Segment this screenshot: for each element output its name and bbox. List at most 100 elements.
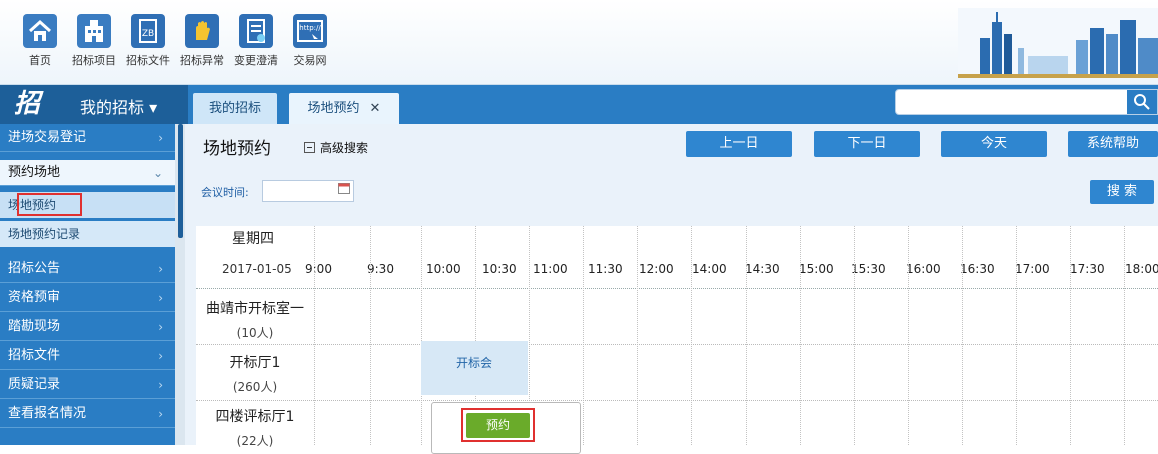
row-divider xyxy=(196,344,1158,345)
sidebar-item-query-records[interactable]: 质疑记录 › xyxy=(0,371,175,399)
collapse-icon xyxy=(304,142,315,153)
sidebar-subitem-booking-records[interactable]: 场地预约记录 xyxy=(0,221,175,247)
next-day-button[interactable]: 下一日 xyxy=(814,131,920,157)
toolbar-projects-label: 招标项目 xyxy=(72,54,116,67)
time-label: 16:30 xyxy=(960,262,995,276)
toolbar-exceptions-label: 招标异常 xyxy=(180,54,224,67)
global-search-input[interactable] xyxy=(895,89,1158,115)
chevron-right-icon: › xyxy=(158,349,163,363)
room-capacity: (10人) xyxy=(236,326,274,340)
chevron-down-icon: ⌄ xyxy=(152,166,163,180)
today-button[interactable]: 今天 xyxy=(941,131,1047,157)
brand-logo: 招 xyxy=(14,89,41,119)
highlight-box xyxy=(17,193,82,216)
room-row-header: 开标厅1 (260人) xyxy=(196,352,314,395)
sidebar-item-label: 查看报名情况 xyxy=(8,406,87,421)
sidebar-item-label: 预约场地 xyxy=(8,165,61,180)
tab-venue-booking-label: 场地预约 xyxy=(307,101,360,116)
grid-column-line xyxy=(962,226,963,445)
tab-my-bidding-label: 我的招标 xyxy=(208,101,261,116)
page-title: 场地预约 xyxy=(203,139,271,159)
toolbar-home[interactable]: 首页 xyxy=(10,14,70,68)
web-link-icon: http:// xyxy=(293,14,327,48)
time-label: 16:00 xyxy=(906,262,941,276)
grid-column-line xyxy=(421,226,422,445)
city-skyline-banner xyxy=(958,8,1158,78)
edit-document-icon xyxy=(239,14,273,48)
time-label: 10:00 xyxy=(426,262,461,276)
brand-menu[interactable]: 招 我的招标 ▾ xyxy=(0,85,188,124)
nav-bar: 招 我的招标 ▾ 我的招标 场地预约 ✕ xyxy=(0,85,1158,124)
tab-my-bidding[interactable]: 我的招标 xyxy=(193,93,277,124)
system-help-button[interactable]: 系统帮助 xyxy=(1068,131,1158,157)
building-icon xyxy=(77,14,111,48)
sidebar-item-bid-documents[interactable]: 招标文件 › xyxy=(0,342,175,370)
svg-text:ZB: ZB xyxy=(142,29,154,39)
toolbar-documents[interactable]: ZB 招标文件 xyxy=(118,14,178,68)
chevron-right-icon: › xyxy=(158,378,163,392)
sidebar-item-announcement[interactable]: 招标公告 › xyxy=(0,255,175,283)
zb-document-icon: ZB xyxy=(131,14,165,48)
room-name: 曲靖市开标室一 xyxy=(206,301,304,317)
grid-column-line xyxy=(908,226,909,445)
room-row-header: 曲靖市开标室一 (10人) xyxy=(196,298,314,341)
sidebar-item-label: 踏勘现场 xyxy=(8,319,61,334)
home-icon xyxy=(23,14,57,48)
chevron-right-icon: › xyxy=(158,131,163,145)
toolbar-home-label: 首页 xyxy=(29,54,51,67)
sidebar: 进场交易登记 › 预约场地 ⌄ 场地预约 场地预约记录 招标公告 › 资格预审 › 踏勘… xyxy=(0,124,175,445)
meeting-time-label: 会议时间: xyxy=(201,186,249,199)
close-icon[interactable]: ✕ xyxy=(370,101,381,116)
advanced-search-label: 高级搜索 xyxy=(320,141,369,155)
time-label: 17:00 xyxy=(1015,262,1050,276)
time-label: 10:30 xyxy=(482,262,517,276)
room-row-header: 四楼评标厅1 (22人) xyxy=(196,406,314,449)
chevron-right-icon: › xyxy=(158,291,163,305)
tab-venue-booking[interactable]: 场地预约 ✕ xyxy=(289,93,399,124)
brand-title[interactable]: 我的招标 ▾ xyxy=(80,94,157,118)
toolbar-projects[interactable]: 招标项目 xyxy=(64,14,124,68)
sidebar-item-site-survey[interactable]: 踏勘现场 › xyxy=(0,313,175,341)
grid-column-line xyxy=(637,226,638,445)
sidebar-item-book-venue[interactable]: 预约场地 ⌄ xyxy=(0,160,175,186)
prev-day-button[interactable]: 上一日 xyxy=(686,131,792,157)
sidebar-scrollbar-thumb[interactable] xyxy=(178,124,183,238)
time-label: 14:30 xyxy=(745,262,780,276)
toolbar-trading-site-label: 交易网 xyxy=(293,54,327,67)
time-label: 18:00 xyxy=(1125,262,1158,276)
grid-column-line xyxy=(800,226,801,445)
grid-column-line xyxy=(1070,226,1071,445)
chevron-right-icon: › xyxy=(158,262,163,276)
toolbar-changes[interactable]: 变更澄清 xyxy=(226,14,286,68)
search-button[interactable]: 搜 索 xyxy=(1090,180,1154,204)
time-label: 11:30 xyxy=(588,262,623,276)
toolbar-documents-label: 招标文件 xyxy=(126,54,170,67)
time-label: 11:00 xyxy=(533,262,568,276)
row-divider xyxy=(196,400,1158,401)
schedule-date: 2017-01-05 xyxy=(222,262,292,276)
sidebar-item-market-registration[interactable]: 进场交易登记 › xyxy=(0,124,175,152)
time-label: 15:00 xyxy=(799,262,834,276)
event-label: 开标会 xyxy=(456,356,493,370)
time-label: 9:00 xyxy=(305,262,332,276)
sidebar-item-label: 质疑记录 xyxy=(8,377,61,392)
calendar-icon[interactable] xyxy=(338,182,350,194)
toolbar-trading-site[interactable]: http:// 交易网 xyxy=(280,14,340,68)
hand-stop-icon xyxy=(185,14,219,48)
toolbar-exceptions[interactable]: 招标异常 xyxy=(172,14,232,68)
sidebar-item-label: 进场交易登记 xyxy=(8,130,87,145)
room-name: 四楼评标厅1 xyxy=(215,409,295,425)
sidebar-item-label: 资格预审 xyxy=(8,290,61,305)
time-label: 17:30 xyxy=(1070,262,1105,276)
search-icon[interactable] xyxy=(1127,90,1157,114)
sidebar-item-label: 招标公告 xyxy=(8,261,61,276)
time-label: 9:30 xyxy=(367,262,394,276)
grid-column-line xyxy=(854,226,855,445)
highlight-box xyxy=(461,408,535,442)
day-of-week: 星期四 xyxy=(232,231,274,247)
schedule-grid: 星期四 2017-01-05 9:00 9:30 10:00 10:30 11:00 11… xyxy=(196,226,1158,454)
grid-column-line xyxy=(314,226,315,445)
sidebar-item-registration-status[interactable]: 查看报名情况 › xyxy=(0,400,175,428)
advanced-search-toggle[interactable]: 高级搜索 xyxy=(304,139,368,156)
sidebar-item-prequalification[interactable]: 资格预审 › xyxy=(0,284,175,312)
